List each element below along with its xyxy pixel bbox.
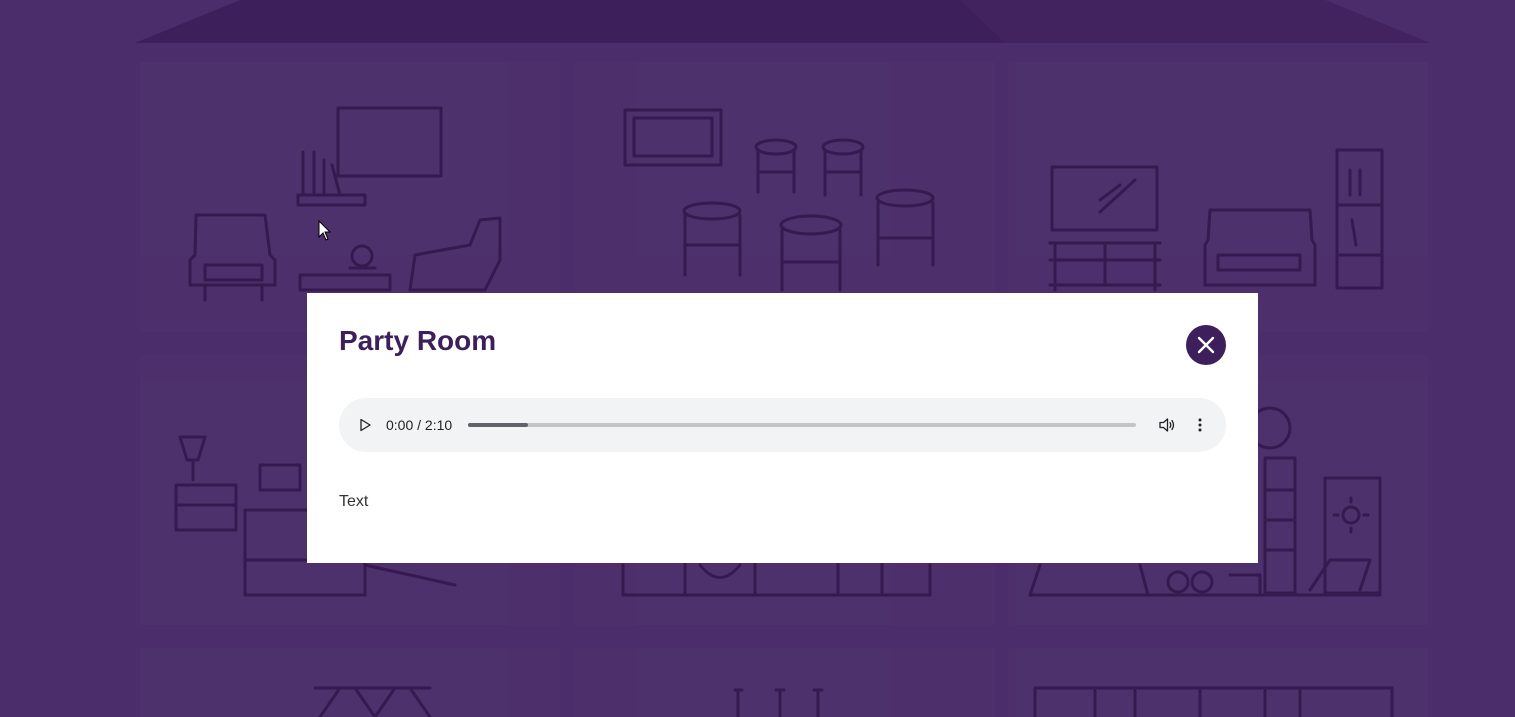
audio-progress-fill — [468, 423, 529, 427]
audio-progress-slider[interactable] — [468, 423, 1136, 427]
more-vert-icon[interactable] — [1194, 416, 1206, 434]
mouse-cursor-icon — [318, 220, 332, 241]
play-icon[interactable] — [357, 417, 373, 433]
audio-time: 0:00 / 2:10 — [386, 417, 453, 433]
modal-title: Party Room — [339, 325, 497, 356]
volume-icon[interactable] — [1158, 416, 1176, 434]
close-icon — [1197, 336, 1215, 354]
modal-body-text: Text — [339, 493, 369, 510]
room-modal: Party Room 0:00 / 2:10 Text — [307, 293, 1258, 563]
audio-player: 0:00 / 2:10 — [339, 398, 1226, 452]
close-button[interactable] — [1186, 325, 1226, 365]
